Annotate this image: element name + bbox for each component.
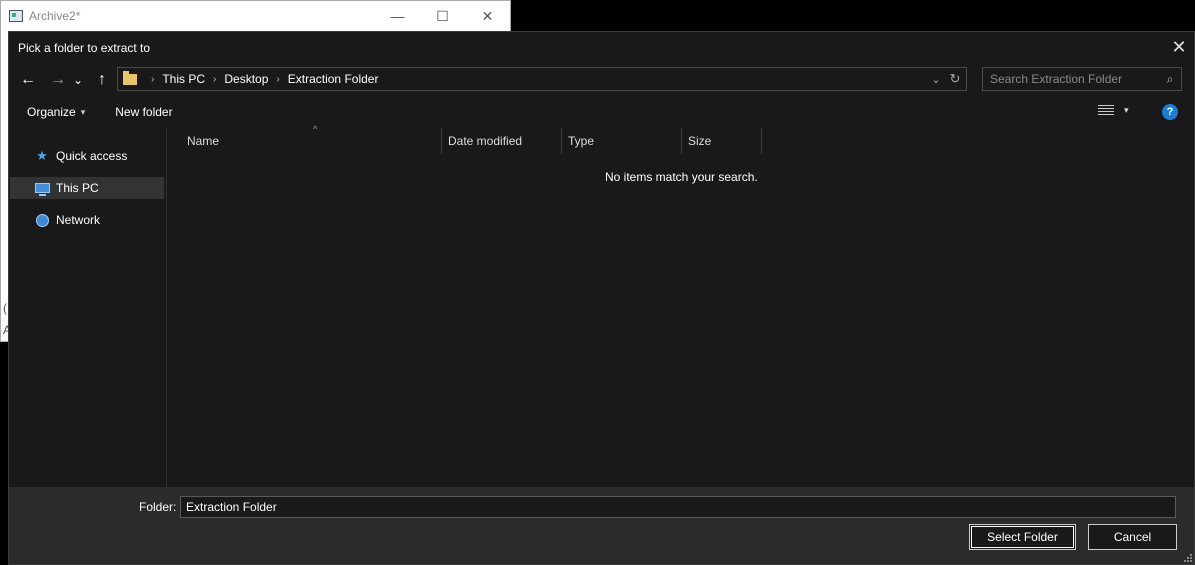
organize-button[interactable]: Organize ▾ [27,105,85,119]
sidebar-item-label: Network [56,213,101,227]
column-header-date-modified[interactable]: Date modified [442,128,562,154]
chevron-down-icon: ▾ [1124,105,1129,115]
breadcrumb-separator[interactable]: › [276,74,279,85]
command-bar: Organize ▾ New folder ▾ ? [9,97,1194,127]
sidebar-item-this-pc[interactable]: This PC [10,177,164,199]
column-header-label: Type [568,134,595,148]
column-header-size[interactable]: Size [682,128,762,154]
recent-locations-button[interactable]: ⌄ [71,69,85,91]
folder-icon [123,70,137,85]
new-folder-button[interactable]: New folder [115,105,172,119]
column-header-type[interactable]: Type [562,128,682,154]
app-icon [9,10,23,22]
empty-message: No items match your search. [605,170,758,184]
address-dropdown-icon[interactable]: ⌄ [928,73,944,86]
column-header-label: Name [187,134,220,148]
refresh-icon[interactable]: ↻ [944,71,966,87]
background-text-fragment: ( [3,301,7,315]
navigation-pane: ★ Quick access This PC Network [9,128,167,488]
dialog-footer: Folder: Select Folder Cancel [9,487,1194,564]
sidebar-item-quick-access[interactable]: ★ Quick access [10,145,164,167]
back-button[interactable]: ← [17,69,39,91]
dialog-title: Pick a folder to extract to [18,40,151,55]
chevron-down-icon: ▾ [80,106,86,117]
minimize-button[interactable]: — [375,8,420,24]
navigation-bar: ← → ⌄ ↑ › This PC › Desktop › Extraction… [9,65,1194,95]
resize-grip-icon[interactable] [1184,554,1192,562]
sidebar-item-label: This PC [56,181,99,195]
star-icon: ★ [36,148,48,163]
network-icon [34,213,50,227]
folder-picker-dialog: Pick a folder to extract to ✕ ← → ⌄ ↑ › … [8,31,1195,565]
help-icon[interactable]: ? [1162,104,1178,120]
search-input[interactable] [990,72,1159,86]
column-header-label: Size [688,134,712,148]
dialog-title-bar: Pick a folder to extract to ✕ [9,32,1194,63]
breadcrumb-separator[interactable]: › [213,74,216,85]
breadcrumb-desktop[interactable]: Desktop [224,72,268,86]
background-title-bar: Archive2* — ☐ ✕ [1,1,510,31]
sidebar-item-label: Quick access [56,149,128,163]
background-window-title: Archive2* [29,9,81,23]
cancel-button[interactable]: Cancel [1088,524,1177,550]
breadcrumb-separator: › [151,73,155,85]
folder-name-input[interactable] [180,496,1176,518]
search-icon[interactable]: ⌕ [1159,72,1181,87]
sort-ascending-icon: ^ [313,124,318,134]
change-view-button[interactable]: ▾ [1098,105,1129,116]
background-close-button[interactable]: ✕ [465,8,510,25]
dialog-close-button[interactable]: ✕ [1164,37,1194,58]
details-view-icon [1098,105,1114,116]
up-button[interactable]: ↑ [91,69,113,91]
folder-label: Folder: [139,500,177,514]
computer-icon [34,181,50,196]
column-header-name[interactable]: Name ^ [167,124,442,154]
sidebar-item-network[interactable]: Network [10,209,164,231]
forward-button[interactable]: → [47,69,69,91]
address-bar[interactable]: › This PC › Desktop › Extraction Folder … [117,67,967,91]
select-folder-button[interactable]: Select Folder [969,524,1076,550]
breadcrumb-extraction-folder[interactable]: Extraction Folder [288,72,379,86]
breadcrumb-this-pc[interactable]: This PC [162,72,205,86]
file-list[interactable]: Name ^ Date modified Type Size No items … [167,124,1194,488]
column-header-label: Date modified [448,134,523,148]
organize-label: Organize [27,105,76,119]
maximize-button[interactable]: ☐ [420,8,465,25]
search-box[interactable]: ⌕ [982,67,1182,91]
